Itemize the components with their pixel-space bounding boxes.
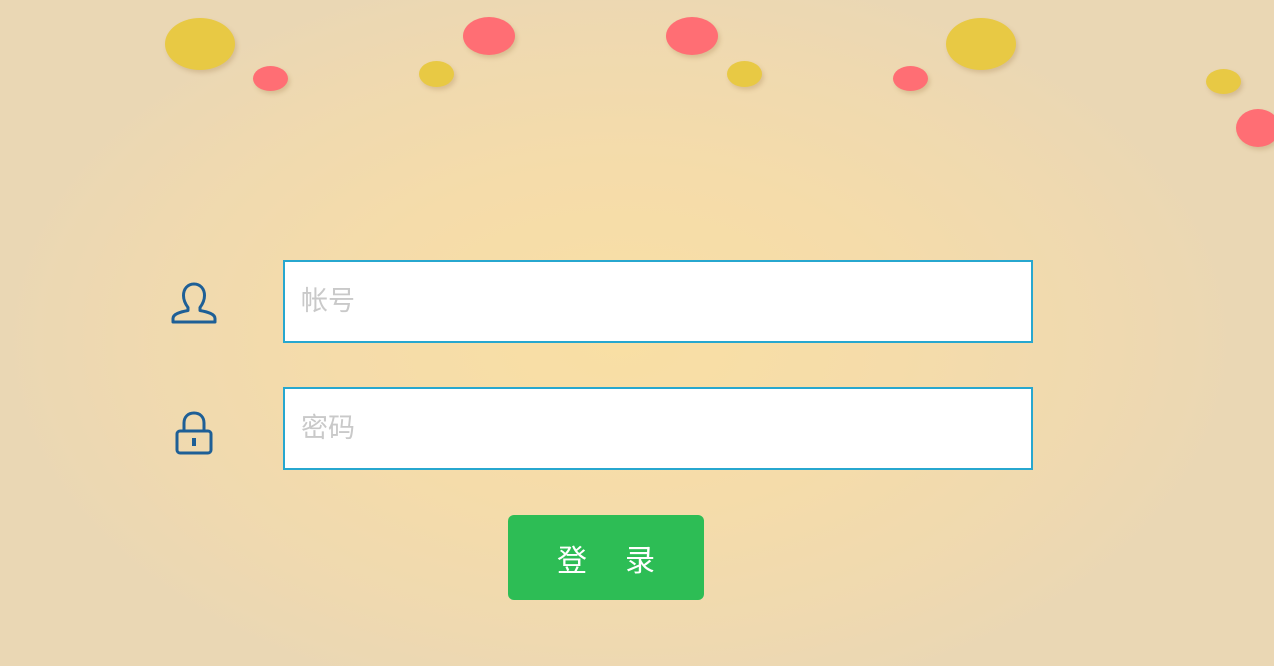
login-form: 登录 [0,0,1274,666]
password-input[interactable] [283,387,1033,470]
lock-icon [169,408,219,458]
login-button[interactable]: 登录 [508,515,704,600]
username-input[interactable] [283,260,1033,343]
user-icon [169,277,219,327]
